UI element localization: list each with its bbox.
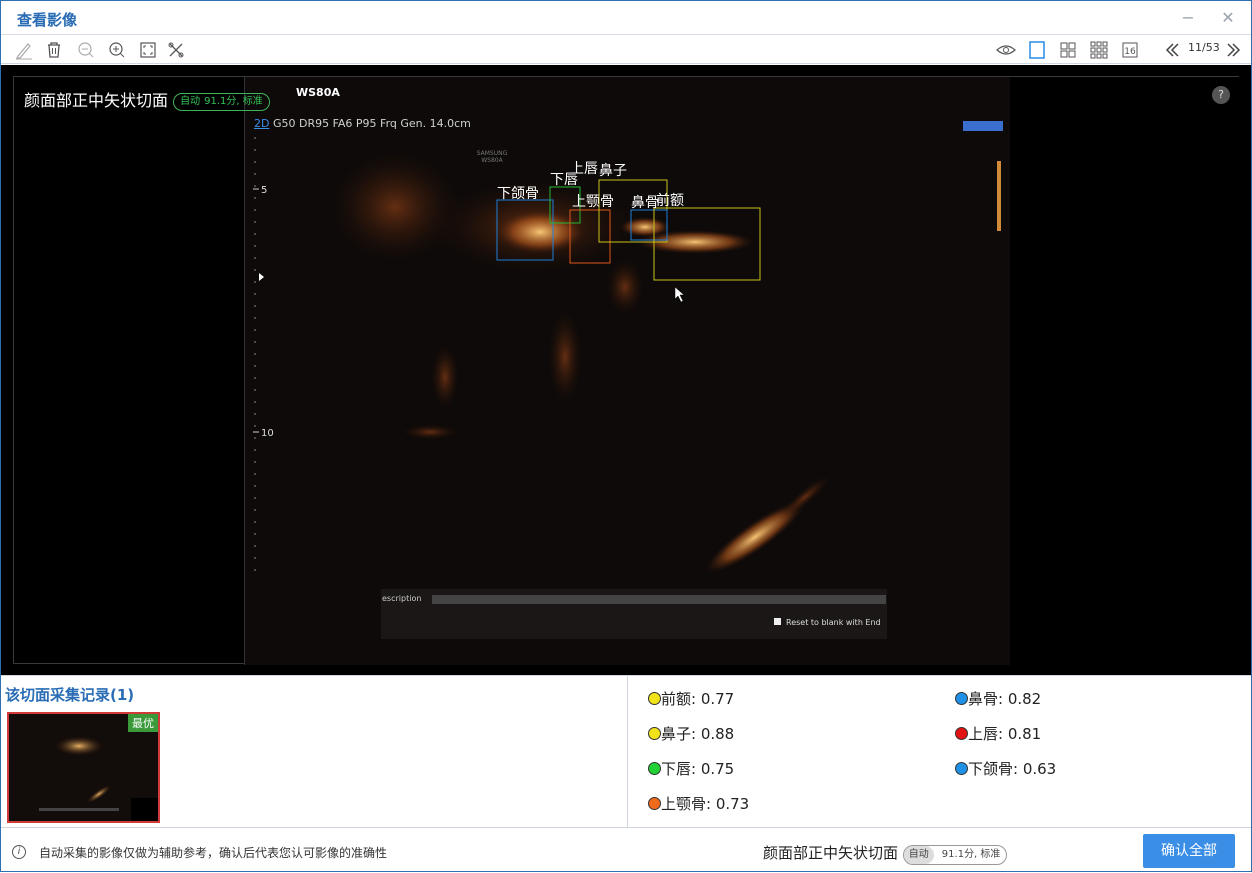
info-icon: i (12, 845, 26, 859)
minimize-button[interactable]: − (1177, 7, 1199, 29)
footer-quality-badge: 自动 91.1分, 标准 (902, 845, 1008, 865)
label-upper-lip: 上唇 (570, 161, 598, 177)
footer-plane-name: 颜面部正中矢状切面 (763, 844, 899, 862)
quality-badge: 自动 91.1分, 标准 (173, 92, 270, 111)
record-thumbnail[interactable]: 最优 (7, 712, 160, 823)
orange-dot-icon (648, 797, 661, 810)
plane-title: 颜面部正中矢状切面 自动 91.1分, 标准 (24, 87, 270, 111)
ultrasound-image[interactable]: 5 10 SAMSUNG WS80A 下颌骨 下唇 上唇 鼻子 上颚骨 鼻骨 前… (244, 77, 1010, 665)
badge-auto: 自动 (180, 95, 201, 107)
depth-label-5: 5 (261, 185, 267, 196)
score-nasal-bone: 鼻骨: 0.82 (955, 687, 1041, 711)
edit-icon[interactable] (13, 39, 35, 61)
toolbar: 16 11/53 (1, 36, 1251, 64)
reset-label: Reset to blank with End (786, 618, 881, 627)
footer-badge-auto: 自动 (903, 846, 934, 864)
label-nose: 鼻子 (599, 162, 627, 179)
green-dot-icon (648, 762, 661, 775)
next-page-icon[interactable] (1223, 39, 1245, 61)
score-maxilla: 上颚骨: 0.73 (648, 792, 749, 816)
samsung-label: SAMSUNG (477, 150, 508, 157)
zoom-out-icon[interactable] (75, 39, 97, 61)
depth-label-10: 10 (261, 428, 274, 439)
best-tag: 最优 (128, 714, 158, 732)
scan-params: 2D G50 DR95 FA6 P95 Frq Gen. 14.0cm (254, 117, 471, 130)
image-viewer-window: 查看影像 − ✕ 16 11/53 5 10 SAMSUNG WS80A 下颌骨… (0, 0, 1252, 872)
description-label: escription (382, 594, 421, 603)
grid-9-icon[interactable] (1088, 39, 1110, 61)
fit-screen-icon[interactable] (137, 39, 159, 61)
delete-icon[interactable] (43, 39, 65, 61)
single-layout-icon[interactable] (1026, 39, 1048, 61)
plane-name: 颜面部正中矢状切面 (24, 91, 169, 110)
bottom-panel: 该切面采集记录(1) 最优 前额: 0.77 鼻子: 0.88 下唇: 0.75… (1, 675, 1251, 828)
page-indicator: 11/53 (1188, 41, 1220, 54)
title-bar: 查看影像 − ✕ (1, 1, 1251, 35)
zoom-in-icon[interactable] (106, 39, 128, 61)
label-maxilla: 上颚骨 (572, 194, 614, 210)
score-forehead: 前额: 0.77 (648, 687, 734, 711)
blue-dot-icon (955, 692, 968, 705)
divider (627, 676, 628, 828)
mode-2d: 2D (254, 117, 270, 130)
score-nose: 鼻子: 0.88 (648, 722, 734, 746)
score-mandible: 下颌骨: 0.63 (955, 757, 1056, 781)
label-forehead: 前额 (656, 192, 684, 209)
window-title: 查看影像 (17, 11, 78, 29)
eye-icon[interactable] (995, 39, 1017, 61)
svg-text:16: 16 (1124, 47, 1136, 57)
label-nasal-bone: 鼻骨 (631, 194, 659, 211)
blue-dot-icon (955, 762, 968, 775)
score-upper-lip: 上唇: 0.81 (955, 722, 1041, 746)
footer-plane: 颜面部正中矢状切面 自动 91.1分, 标准 (763, 842, 1008, 865)
yellow-dot-icon (648, 692, 661, 705)
image-viewer: 5 10 SAMSUNG WS80A 下颌骨 下唇 上唇 鼻子 上颚骨 鼻骨 前… (1, 65, 1251, 675)
grid-4-icon[interactable] (1057, 39, 1079, 61)
badge-score: 91.1分, 标准 (204, 95, 263, 107)
record-title: 该切面采集记录(1) (5, 686, 135, 704)
help-icon[interactable]: ? (1212, 86, 1230, 104)
params-text: G50 DR95 FA6 P95 Frq Gen. 14.0cm (269, 117, 471, 130)
tools-icon[interactable] (165, 39, 187, 61)
right-panel: ? (1010, 77, 1240, 665)
footer: i 自动采集的影像仅做为辅助参考，确认后代表您认可影像的准确性 颜面部正中矢状切… (1, 827, 1251, 873)
grid-16-icon[interactable]: 16 (1119, 39, 1141, 61)
notice-text: 自动采集的影像仅做为辅助参考，确认后代表您认可影像的准确性 (39, 846, 388, 860)
viewer-frame: 5 10 SAMSUNG WS80A 下颌骨 下唇 上唇 鼻子 上颚骨 鼻骨 前… (13, 76, 1240, 665)
score-lower-lip: 下唇: 0.75 (648, 757, 734, 781)
confirm-all-button[interactable]: 确认全部 (1143, 834, 1235, 868)
samsung-model-label: WS80A (481, 157, 503, 164)
device-label: WS80A (296, 86, 340, 99)
yellow-dot-icon (648, 727, 661, 740)
prev-page-icon[interactable] (1161, 39, 1183, 61)
footer-badge-score: 91.1分, 标准 (941, 849, 1001, 860)
close-button[interactable]: ✕ (1217, 7, 1239, 29)
label-mandible: 下颌骨 (497, 186, 539, 202)
red-dot-icon (955, 727, 968, 740)
